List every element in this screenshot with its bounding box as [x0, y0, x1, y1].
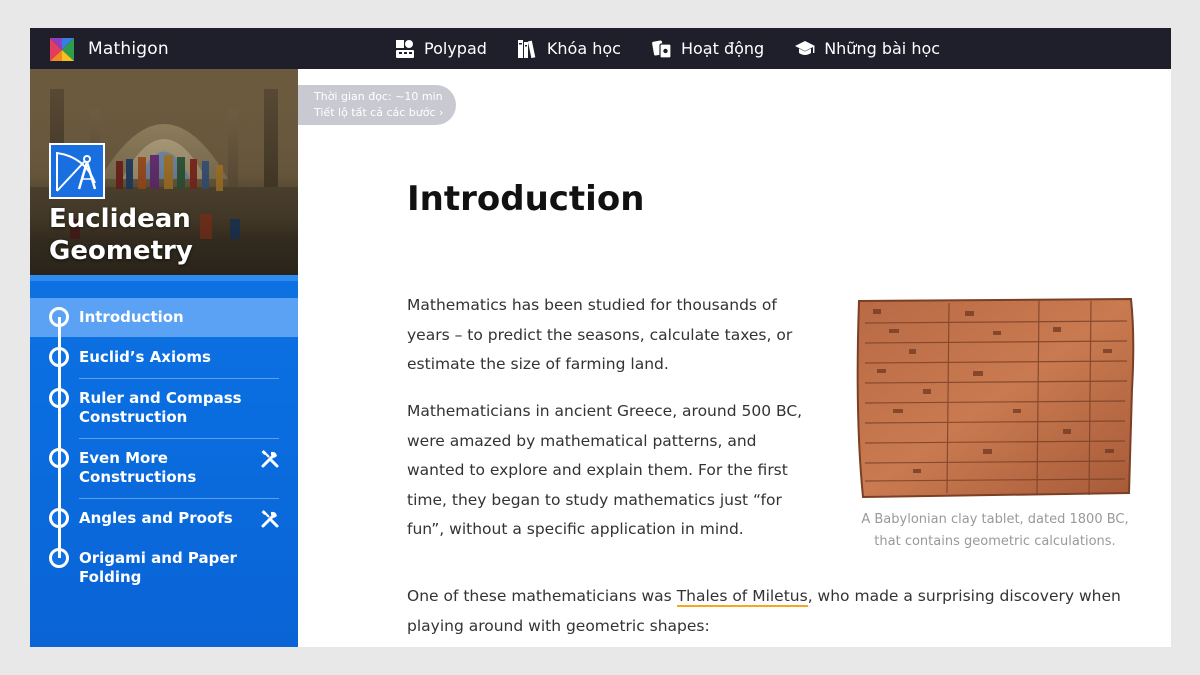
nav-item-lessons[interactable]: Những bài học	[794, 38, 940, 60]
course-title-line1: Euclidean	[49, 204, 191, 234]
nav-item-activities[interactable]: Hoạt động	[651, 38, 764, 60]
compass-icon	[49, 143, 105, 199]
course-title: Euclidean Geometry	[49, 203, 289, 267]
graduation-cap-icon	[795, 40, 816, 55]
app-window: Mathigon Polypad Khóa học Hoạt động Nhữn…	[30, 28, 1171, 647]
course-hero: Euclidean Geometry	[30, 69, 298, 281]
course-sidebar: Euclidean Geometry Introduction Euclid’s…	[30, 69, 298, 647]
figure: A Babylonian clay tablet, dated 1800 BC,…	[853, 297, 1137, 553]
main-nav: Polypad Khóa học Hoạt động Những bài học	[394, 28, 970, 69]
brand-name: Mathigon	[88, 39, 169, 59]
nav-label-activities: Hoạt động	[680, 39, 765, 58]
toc-label: Origami and Paper Folding	[79, 549, 237, 586]
figure-caption: A Babylonian clay tablet, dated 1800 BC,…	[861, 512, 1129, 549]
mathigon-logo-icon	[50, 38, 74, 61]
nav-label-courses: Khóa học	[546, 39, 621, 58]
nav-label-polypad: Polypad	[424, 39, 487, 58]
toc-progress-line	[58, 317, 61, 558]
paragraph-greece: Mathematicians in ancient Greece, around…	[407, 402, 803, 538]
tools-icon	[261, 450, 279, 468]
paragraph-thales: One of these mathematicians was Thales o…	[407, 582, 1147, 641]
toc-label-line1: Ruler and Compass	[79, 389, 242, 407]
toc-item-angles-and-proofs[interactable]: Angles and Proofs	[30, 499, 298, 539]
toc-label-line1: Even More	[79, 449, 168, 467]
polypad-icon	[396, 39, 414, 58]
cards-icon	[652, 39, 672, 59]
toc-label: Euclid’s Axioms	[79, 348, 211, 366]
babylonian-tablet-image	[856, 297, 1135, 499]
nav-item-polypad[interactable]: Polypad	[394, 38, 487, 60]
books-icon	[517, 39, 536, 58]
toc-item-origami-and-paper-folding[interactable]: Origami and Paper Folding	[30, 539, 298, 586]
brand-link[interactable]: Mathigon	[48, 35, 169, 63]
hero-stripe	[30, 275, 298, 281]
toc-item-even-more-constructions[interactable]: Even More Constructions	[30, 439, 298, 498]
nav-label-lessons: Những bài học	[824, 39, 941, 58]
toc-label-line2: Constructions	[79, 468, 197, 486]
toc-item-introduction[interactable]: Introduction	[30, 298, 298, 337]
toc-item-ruler-and-compass[interactable]: Ruler and Compass Construction	[30, 379, 298, 438]
toc-label: Even More Constructions	[79, 449, 196, 487]
paragraph-text: One of these mathematicians was	[407, 587, 677, 605]
toc-label-line2: Construction	[79, 408, 188, 426]
toc-label: Ruler and Compass Construction	[79, 389, 242, 427]
tools-icon	[261, 510, 279, 528]
thales-of-miletus-link[interactable]: Thales of Miletus	[676, 587, 808, 607]
lesson-content: Introduction Mathematics has been studie…	[298, 69, 1171, 647]
toc-item-euclids-axioms[interactable]: Euclid’s Axioms	[30, 337, 298, 378]
nav-item-courses[interactable]: Khóa học	[517, 38, 621, 60]
top-navigation-bar: Mathigon Polypad Khóa học Hoạt động Nhữn…	[30, 28, 1171, 69]
course-title-line2: Geometry	[49, 236, 193, 266]
paragraph-intro: Mathematics has been studied for thousan…	[407, 296, 793, 373]
toc-label: Angles and Proofs	[79, 509, 233, 527]
page-title: Introduction	[407, 179, 645, 219]
toc-label: Introduction	[79, 308, 184, 326]
